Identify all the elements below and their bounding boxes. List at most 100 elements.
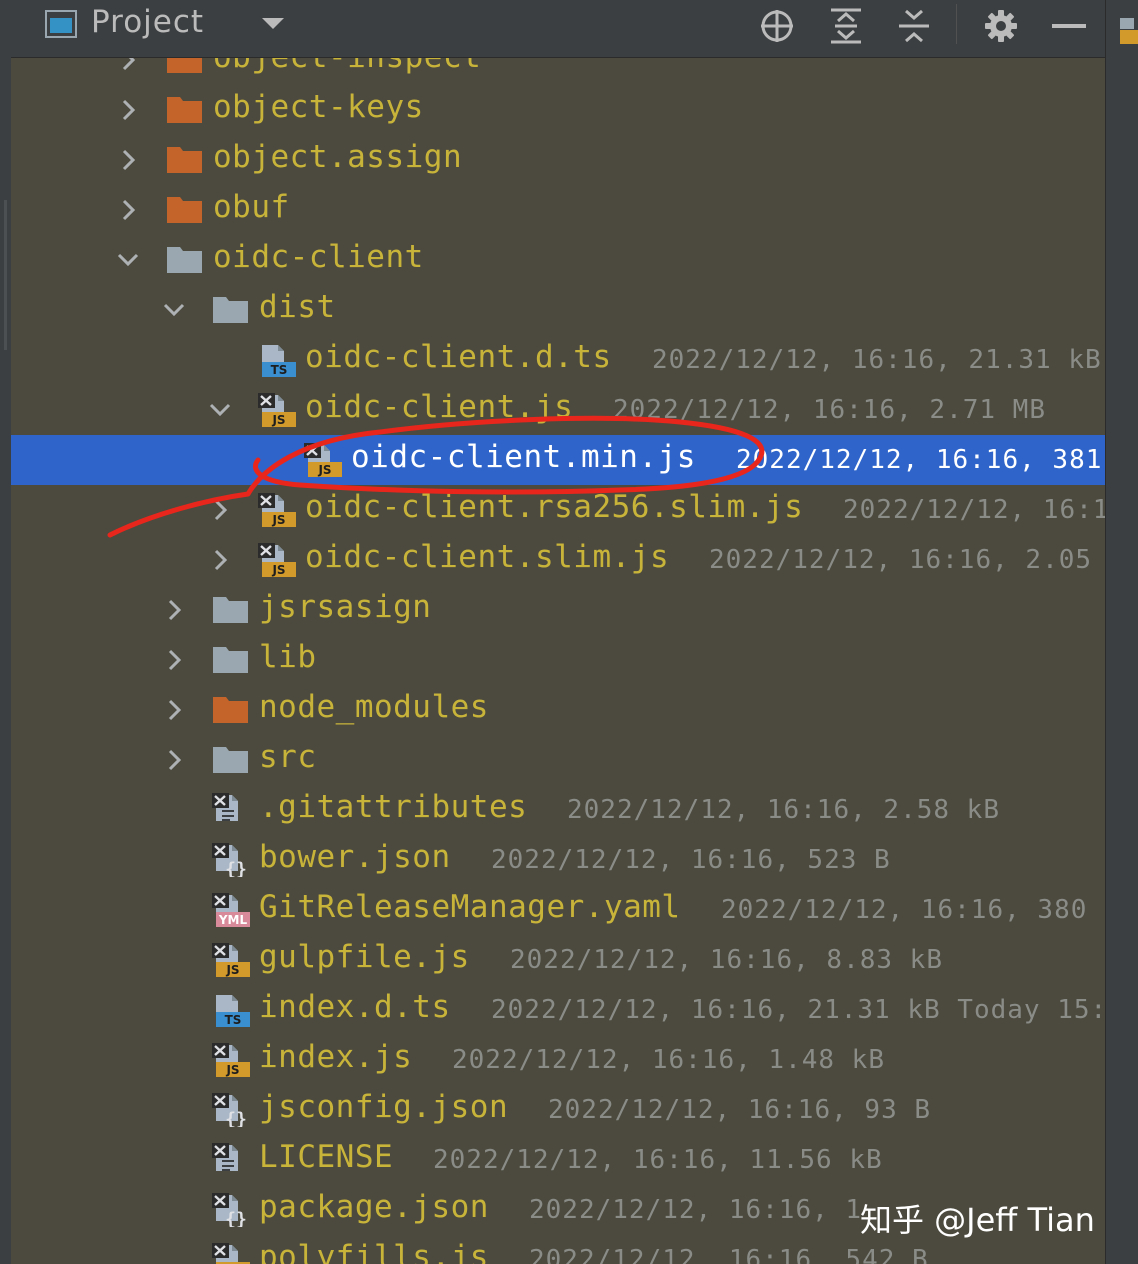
tree-item-meta: 2022/12/12, 16:1: [843, 495, 1105, 525]
tree-row-lib[interactable]: lib: [11, 635, 1105, 685]
tree-item-name: LICENSE: [259, 1139, 394, 1175]
tree-item-name: obuf: [213, 189, 290, 225]
tree-item-meta: 2022/12/12, 16:16, 523 B: [491, 845, 891, 875]
tree-item-name: object.assign: [213, 139, 463, 175]
folder-icon: [212, 643, 250, 677]
folder-icon: [166, 243, 204, 277]
tree-row-obuf[interactable]: obuf: [11, 185, 1105, 235]
tree-item-meta: 2022/12/12, 16:16, 380 B: [721, 895, 1105, 925]
tree-item-meta: 2022/12/12, 16:16, 11.56 kB: [433, 1145, 883, 1175]
chevron-down-icon[interactable]: [208, 398, 232, 422]
tree-row-src[interactable]: src: [11, 735, 1105, 785]
chevron-right-icon[interactable]: [116, 58, 140, 72]
tree-item-name: lib: [259, 639, 317, 675]
chevron-right-icon[interactable]: [162, 598, 186, 622]
json-file-icon: {}: [212, 1193, 250, 1230]
chevron-right-icon[interactable]: [162, 648, 186, 672]
tree-item-name: oidc-client.min.js: [351, 439, 696, 475]
tree-row-license[interactable]: LICENSE 2022/12/12, 16:16, 11.56 kB: [11, 1135, 1105, 1185]
tree-item-name: .gitattributes: [259, 789, 528, 825]
tree-row-gulpfile-js[interactable]: JS gulpfile.js 2022/12/12, 16:16, 8.83 kB: [11, 935, 1105, 985]
svg-text:TS: TS: [225, 1013, 242, 1027]
tree-item-meta: 2022/12/12, 16:16, 1.48 kB: [452, 1045, 885, 1075]
tree-item-name: object-keys: [213, 89, 424, 125]
minimize-icon[interactable]: [1047, 4, 1091, 48]
chevron-right-icon[interactable]: [116, 98, 140, 122]
tree-row-gitattributes[interactable]: .gitattributes 2022/12/12, 16:16, 2.58 kB: [11, 785, 1105, 835]
tree-row-oidc-client-d-ts[interactable]: TS oidc-client.d.ts 2022/12/12, 16:16, 21.…: [11, 335, 1105, 385]
tree-item-name: bower.json: [259, 839, 451, 875]
tree-item-name: dist: [259, 289, 336, 325]
chevron-right-icon[interactable]: [116, 148, 140, 172]
chevron-down-icon[interactable]: [162, 298, 186, 322]
text-file-icon: [212, 793, 250, 827]
tree-row-object-assign[interactable]: object.assign: [11, 135, 1105, 185]
tree-item-name: jsconfig.json: [259, 1089, 509, 1125]
tree-item-name: index.d.ts: [259, 989, 451, 1025]
tree-item-name: oidc-client: [213, 239, 424, 275]
svg-text:JS: JS: [271, 563, 285, 577]
left-tool-strip: [0, 0, 11, 1264]
tree-row-dist[interactable]: dist: [11, 285, 1105, 335]
tree-row-jsconfig-json[interactable]: {} jsconfig.json 2022/12/12, 16:16, 93 B: [11, 1085, 1105, 1135]
chevron-down-icon[interactable]: [261, 17, 285, 31]
tree-row-object-inspect[interactable]: object-inspect: [11, 58, 1105, 85]
ts-file-icon: TS: [258, 343, 296, 377]
tree-row-gitreleasemanager-yaml[interactable]: YML GitReleaseManager.yaml 2022/12/12, 16:…: [11, 885, 1105, 935]
tree-item-name: oidc-client.rsa256.slim.js: [305, 489, 804, 525]
folder-icon: [212, 293, 250, 327]
chevron-right-icon[interactable]: [208, 498, 232, 522]
svg-text:{}: {}: [225, 1109, 247, 1127]
expand-all-icon[interactable]: [824, 4, 868, 48]
project-tree: object-inspect object-keys object.assign ob…: [11, 58, 1105, 1264]
json-file-icon: {}: [212, 843, 250, 880]
tree-row-node-modules[interactable]: node_modules: [11, 685, 1105, 735]
project-panel-icon: [45, 10, 77, 38]
tree-row-bower-json[interactable]: {} bower.json 2022/12/12, 16:16, 523 B: [11, 835, 1105, 885]
tree-item-name: node_modules: [259, 689, 489, 725]
project-panel-header: Project: [11, 0, 1105, 58]
tree-row-oidc-client[interactable]: oidc-client: [11, 235, 1105, 285]
tree-row-oidc-client-js[interactable]: JS oidc-client.js 2022/12/12, 16:16, 2.71 …: [11, 385, 1105, 435]
svg-text:JS: JS: [317, 463, 331, 477]
js-file-icon: JS: [212, 1043, 250, 1077]
json-file-icon: {}: [212, 1093, 250, 1130]
right-editor-edge: [1105, 0, 1138, 1264]
tree-item-meta: 2022/12/12, 16:16, 2.58 kB: [567, 795, 1000, 825]
js-file-icon: JS: [212, 1243, 250, 1264]
tree-row-oidc-client-slim-js[interactable]: JS oidc-client.slim.js 2022/12/12, 16:16, …: [11, 535, 1105, 585]
folder-icon: [212, 593, 250, 627]
chevron-right-icon[interactable]: [208, 548, 232, 572]
watermark: 知乎 @Jeff Tian: [860, 1201, 1095, 1239]
tree-row-oidc-client-min-js[interactable]: 0JS oidc-client.min.js 2022/12/12, 16:16, …: [11, 435, 1105, 485]
js-file-tab-icon[interactable]: [1120, 18, 1138, 44]
tree-row-index-d-ts[interactable]: TS index.d.ts 2022/12/12, 16:16, 21.31 kB …: [11, 985, 1105, 1035]
chevron-right-icon[interactable]: [162, 698, 186, 722]
chevron-down-icon[interactable]: [116, 248, 140, 272]
toolbar-separator: [956, 4, 957, 44]
tree-item-name: jsrsasign: [259, 589, 432, 625]
tree-item-meta: 2022/12/12, 16:16, 93 B: [548, 1095, 932, 1125]
tree-item-name: GitReleaseManager.yaml: [259, 889, 681, 925]
folder-icon: [212, 693, 250, 727]
js-file-icon: JS: [258, 493, 296, 527]
tree-item-name: oidc-client.slim.js: [305, 539, 670, 575]
tree-row-object-keys[interactable]: object-keys: [11, 85, 1105, 135]
svg-text:TS: TS: [271, 363, 288, 377]
js-min-file-icon: 0JS: [304, 443, 342, 478]
tree-item-name: package.json: [259, 1189, 489, 1225]
chevron-right-icon[interactable]: [162, 748, 186, 772]
tree-row-oidc-client-rsa256-slim-js[interactable]: JS oidc-client.rsa256.slim.js 2022/12/12, …: [11, 485, 1105, 535]
tree-row-index-js[interactable]: JS index.js 2022/12/12, 16:16, 1.48 kB: [11, 1035, 1105, 1085]
tree-item-meta: 2022/12/12, 16:16, 21.31 kB: [652, 345, 1102, 375]
collapse-all-icon[interactable]: [892, 4, 936, 48]
panel-title[interactable]: Project: [91, 4, 204, 40]
text-file-icon: [212, 1143, 250, 1177]
tree-row-jsrsasign[interactable]: jsrsasign: [11, 585, 1105, 635]
gear-icon[interactable]: [979, 4, 1023, 48]
js-file-icon: JS: [258, 393, 296, 427]
yml-file-icon: YML: [212, 893, 250, 927]
chevron-right-icon[interactable]: [116, 198, 140, 222]
tree-item-meta: 2022/12/12, 16:16, 542 B: [529, 1245, 929, 1264]
locate-icon[interactable]: [755, 4, 799, 48]
